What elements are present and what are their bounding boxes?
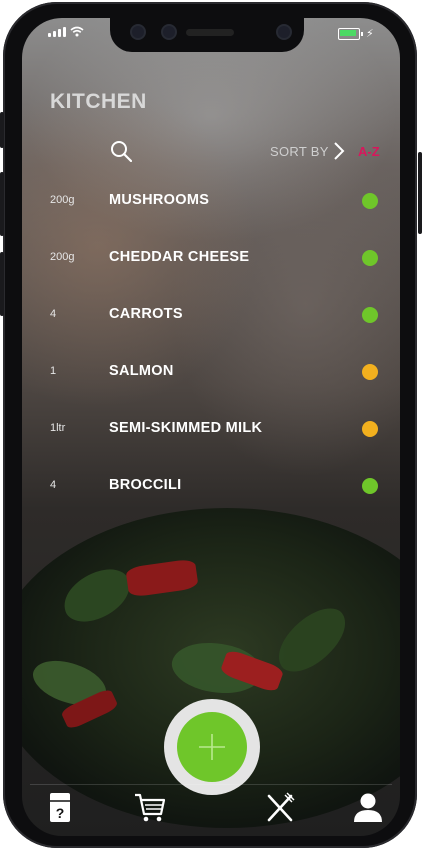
wifi-icon	[70, 26, 84, 37]
cellular-signal-icon	[48, 27, 66, 37]
item-quantity: 200g	[50, 251, 75, 263]
status-dot	[362, 478, 378, 494]
status-dot	[362, 250, 378, 266]
sort-by-label[interactable]: SORT BY	[270, 144, 329, 159]
camera-lens	[132, 26, 144, 38]
status-dot	[362, 307, 378, 323]
item-quantity: 4	[50, 479, 57, 491]
status-dot	[362, 364, 378, 380]
item-quantity: 1ltr	[50, 422, 66, 434]
item-quantity: 4	[50, 308, 57, 320]
svg-text:?: ?	[56, 805, 65, 821]
search-icon[interactable]	[110, 140, 132, 162]
earpiece-speaker	[186, 29, 234, 36]
item-name: CHEDDAR CHEESE	[109, 249, 250, 265]
item-name: SALMON	[109, 363, 174, 379]
user-icon[interactable]	[351, 790, 385, 824]
status-dot	[362, 421, 378, 437]
item-quantity: 1	[50, 365, 57, 377]
status-left	[48, 26, 84, 37]
sort-value[interactable]: A-Z	[358, 144, 380, 159]
status-dot	[362, 193, 378, 209]
fridge-help-icon[interactable]: ?	[44, 790, 78, 824]
list-item[interactable]: 1 SALMON	[0, 352, 423, 392]
list-item[interactable]: 1ltr SEMI-SKIMMED MILK	[0, 409, 423, 449]
list-item[interactable]: 200g MUSHROOMS	[0, 181, 423, 221]
side-button-mute	[0, 112, 4, 148]
item-name: MUSHROOMS	[109, 192, 210, 208]
shopping-cart-icon[interactable]	[133, 790, 167, 824]
camera-lens	[163, 26, 175, 38]
add-item-button[interactable]	[177, 712, 247, 782]
page-title: KITCHEN	[50, 90, 147, 113]
fork-knife-icon[interactable]	[263, 790, 297, 824]
tab-bar-divider	[30, 784, 392, 785]
item-name: SEMI-SKIMMED MILK	[109, 420, 263, 436]
camera-lens	[278, 26, 290, 38]
item-quantity: 200g	[50, 194, 75, 206]
list-item[interactable]: 200g CHEDDAR CHEESE	[0, 238, 423, 278]
list-item[interactable]: 4 BROCCILI	[0, 466, 423, 506]
chevron-right-icon[interactable]	[332, 141, 346, 161]
item-name: CARROTS	[109, 306, 183, 322]
list-item[interactable]: 4 CARROTS	[0, 295, 423, 335]
plus-icon	[199, 734, 225, 760]
charging-bolt-icon: ⚡	[366, 27, 374, 40]
battery-charging-icon	[338, 28, 363, 40]
item-name: BROCCILI	[109, 477, 182, 493]
